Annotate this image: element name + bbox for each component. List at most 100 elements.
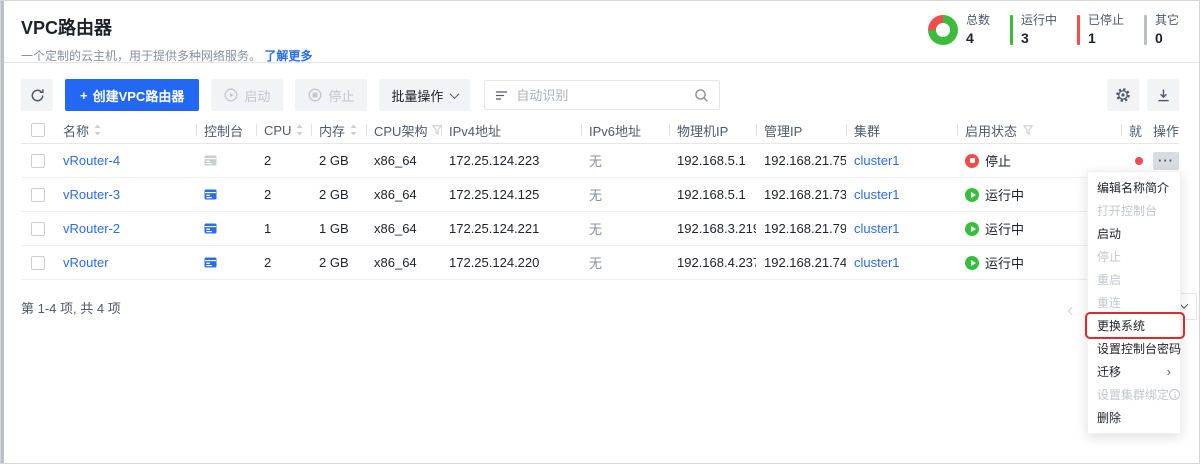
search-input[interactable] — [516, 88, 686, 103]
router-name-link[interactable]: vRouter-3 — [63, 187, 120, 202]
row-checkbox[interactable] — [31, 222, 45, 236]
ipv4-value: 172.25.124.125 — [441, 187, 581, 202]
memory-value: 2 GB — [311, 187, 366, 202]
context-menu: 编辑名称简介 › 打开控制台 › 启动 › 停止 › 重启 › 重连 › 更换系… — [1087, 171, 1181, 434]
stat-value: 4 — [966, 29, 990, 47]
table-header-row: 名称 控制台 CPU 内存 CPU架构 IPv4地址 IPv6地址 物理机IP … — [21, 117, 1179, 144]
status-summary: 总数4 运行中3 已停止1 其它0 — [928, 13, 1185, 47]
status-icon — [965, 222, 979, 236]
router-name-link[interactable]: vRouter — [63, 255, 109, 270]
console-icon[interactable] — [204, 154, 217, 167]
sort-icon[interactable] — [350, 124, 357, 136]
cpu-arch-value: x86_64 — [366, 187, 441, 202]
batch-actions-dropdown[interactable]: 批量操作 — [379, 79, 470, 111]
context-menu-item[interactable]: 更换系统 › — [1088, 314, 1180, 337]
col-header-operations: 操作 — [1151, 117, 1181, 143]
context-menu-item[interactable]: 启动 › — [1088, 222, 1180, 245]
ipv6-value: 无 — [581, 151, 669, 170]
page-header: VPC路由器 一个定制的云主机，用于提供多种网络服务。 了解更多 总数4 运行中… — [1, 1, 1199, 63]
table-row: vRouter-3 2 2 GB x86_64 172.25.124.125 无… — [21, 178, 1179, 212]
cpu-value: 2 — [256, 187, 311, 202]
sort-icon[interactable] — [94, 124, 101, 136]
submenu-arrow-icon: › — [1167, 365, 1171, 378]
table-row: vRouter 2 2 GB x86_64 172.25.124.220 无 1… — [21, 246, 1179, 280]
start-button[interactable]: 启动 — [211, 79, 283, 111]
cluster-link[interactable]: cluster1 — [854, 153, 900, 168]
mgmt-ip-value: 192.168.21.74 — [756, 255, 846, 270]
status-icon — [965, 256, 979, 270]
context-menu-item[interactable]: 编辑名称简介 › — [1088, 176, 1180, 199]
learn-more-link[interactable]: 了解更多 — [264, 49, 312, 63]
running-bar — [1010, 15, 1013, 45]
status-label: 运行中 — [985, 185, 1024, 204]
col-header-cpu[interactable]: CPU — [256, 117, 311, 143]
context-menu-item[interactable]: 重连 › — [1088, 291, 1180, 314]
stop-button[interactable]: 停止 — [295, 79, 367, 111]
other-bar — [1144, 15, 1147, 45]
col-header-cluster: 集群 — [846, 117, 957, 143]
create-vpc-router-button[interactable]: + 创建VPC路由器 — [65, 79, 199, 111]
menu-item-label: 启动 — [1097, 225, 1121, 242]
refresh-button[interactable] — [21, 79, 53, 111]
router-table: 名称 控制台 CPU 内存 CPU架构 IPv4地址 IPv6地址 物理机IP … — [21, 117, 1179, 280]
context-menu-item[interactable]: 迁移 › — [1088, 360, 1180, 383]
row-checkbox[interactable] — [31, 154, 45, 168]
search-box[interactable] — [484, 80, 720, 110]
physical-ip-value: 192.168.5.1 — [669, 153, 756, 168]
router-name-link[interactable]: vRouter-4 — [63, 153, 120, 168]
col-header-memory[interactable]: 内存 — [311, 117, 366, 143]
chevron-down-icon — [450, 89, 460, 99]
col-header-ipv4: IPv4地址 — [441, 117, 581, 143]
console-icon[interactable] — [204, 188, 217, 201]
cluster-link[interactable]: cluster1 — [854, 255, 900, 270]
ready-dot — [1135, 157, 1143, 165]
search-icon[interactable] — [694, 88, 709, 103]
menu-item-label: 设置控制台密码 — [1097, 340, 1181, 357]
stat-total: 总数4 — [966, 13, 990, 47]
toolbar-right — [1107, 79, 1179, 111]
context-menu-item[interactable]: 打开控制台 › — [1088, 199, 1180, 222]
cpu-value: 1 — [256, 221, 311, 236]
ipv6-value: 无 — [581, 185, 669, 204]
stat-label: 总数 — [966, 13, 990, 29]
context-menu-item[interactable]: 重启 › — [1088, 268, 1180, 291]
chevron-down-icon — [1180, 300, 1188, 308]
column-settings-button[interactable] — [1107, 79, 1139, 111]
select-all-checkbox[interactable] — [31, 123, 45, 137]
col-header-name[interactable]: 名称 — [55, 117, 196, 143]
context-menu-item[interactable]: 设置集群绑定 › — [1088, 383, 1180, 406]
router-name-link[interactable]: vRouter-2 — [63, 221, 120, 236]
cpu-arch-value: x86_64 — [366, 255, 441, 270]
ipv6-value: 无 — [581, 219, 669, 238]
stat-value: 1 — [1088, 29, 1124, 47]
sort-icon[interactable] — [296, 124, 303, 136]
cluster-link[interactable]: cluster1 — [854, 187, 900, 202]
filter-lines-icon — [495, 89, 508, 102]
menu-item-label: 迁移 — [1097, 363, 1121, 380]
col-header-physical-ip: 物理机IP — [669, 117, 756, 143]
row-checkbox[interactable] — [31, 188, 45, 202]
row-more-icon[interactable]: ··· — [1153, 152, 1179, 170]
context-menu-item[interactable]: 停止 › — [1088, 245, 1180, 268]
console-icon[interactable] — [204, 256, 217, 269]
status-label: 运行中 — [985, 253, 1024, 272]
plus-icon: + — [80, 88, 88, 103]
console-icon[interactable] — [204, 222, 217, 235]
memory-value: 2 GB — [311, 255, 366, 270]
stat-label: 其它 — [1155, 13, 1179, 29]
cpu-value: 2 — [256, 153, 311, 168]
col-header-cpu-arch[interactable]: CPU架构 — [366, 117, 441, 143]
context-menu-item[interactable]: 删除 › — [1088, 406, 1180, 429]
pagination-summary: 第 1-4 项, 共 4 项 — [21, 301, 121, 316]
cluster-link[interactable]: cluster1 — [854, 221, 900, 236]
toolbar: + 创建VPC路由器 启动 停止 批量操作 — [21, 79, 1179, 111]
export-button[interactable] — [1147, 79, 1179, 111]
filter-icon[interactable] — [432, 125, 441, 135]
memory-value: 1 GB — [311, 221, 366, 236]
filter-icon[interactable] — [1023, 125, 1033, 135]
context-menu-item[interactable]: 设置控制台密码 › — [1088, 337, 1180, 360]
row-checkbox[interactable] — [31, 256, 45, 270]
stopped-bar — [1077, 15, 1080, 45]
pagination-prev-button[interactable] — [1069, 302, 1075, 317]
col-header-enable-state[interactable]: 启用状态 — [957, 117, 1121, 143]
